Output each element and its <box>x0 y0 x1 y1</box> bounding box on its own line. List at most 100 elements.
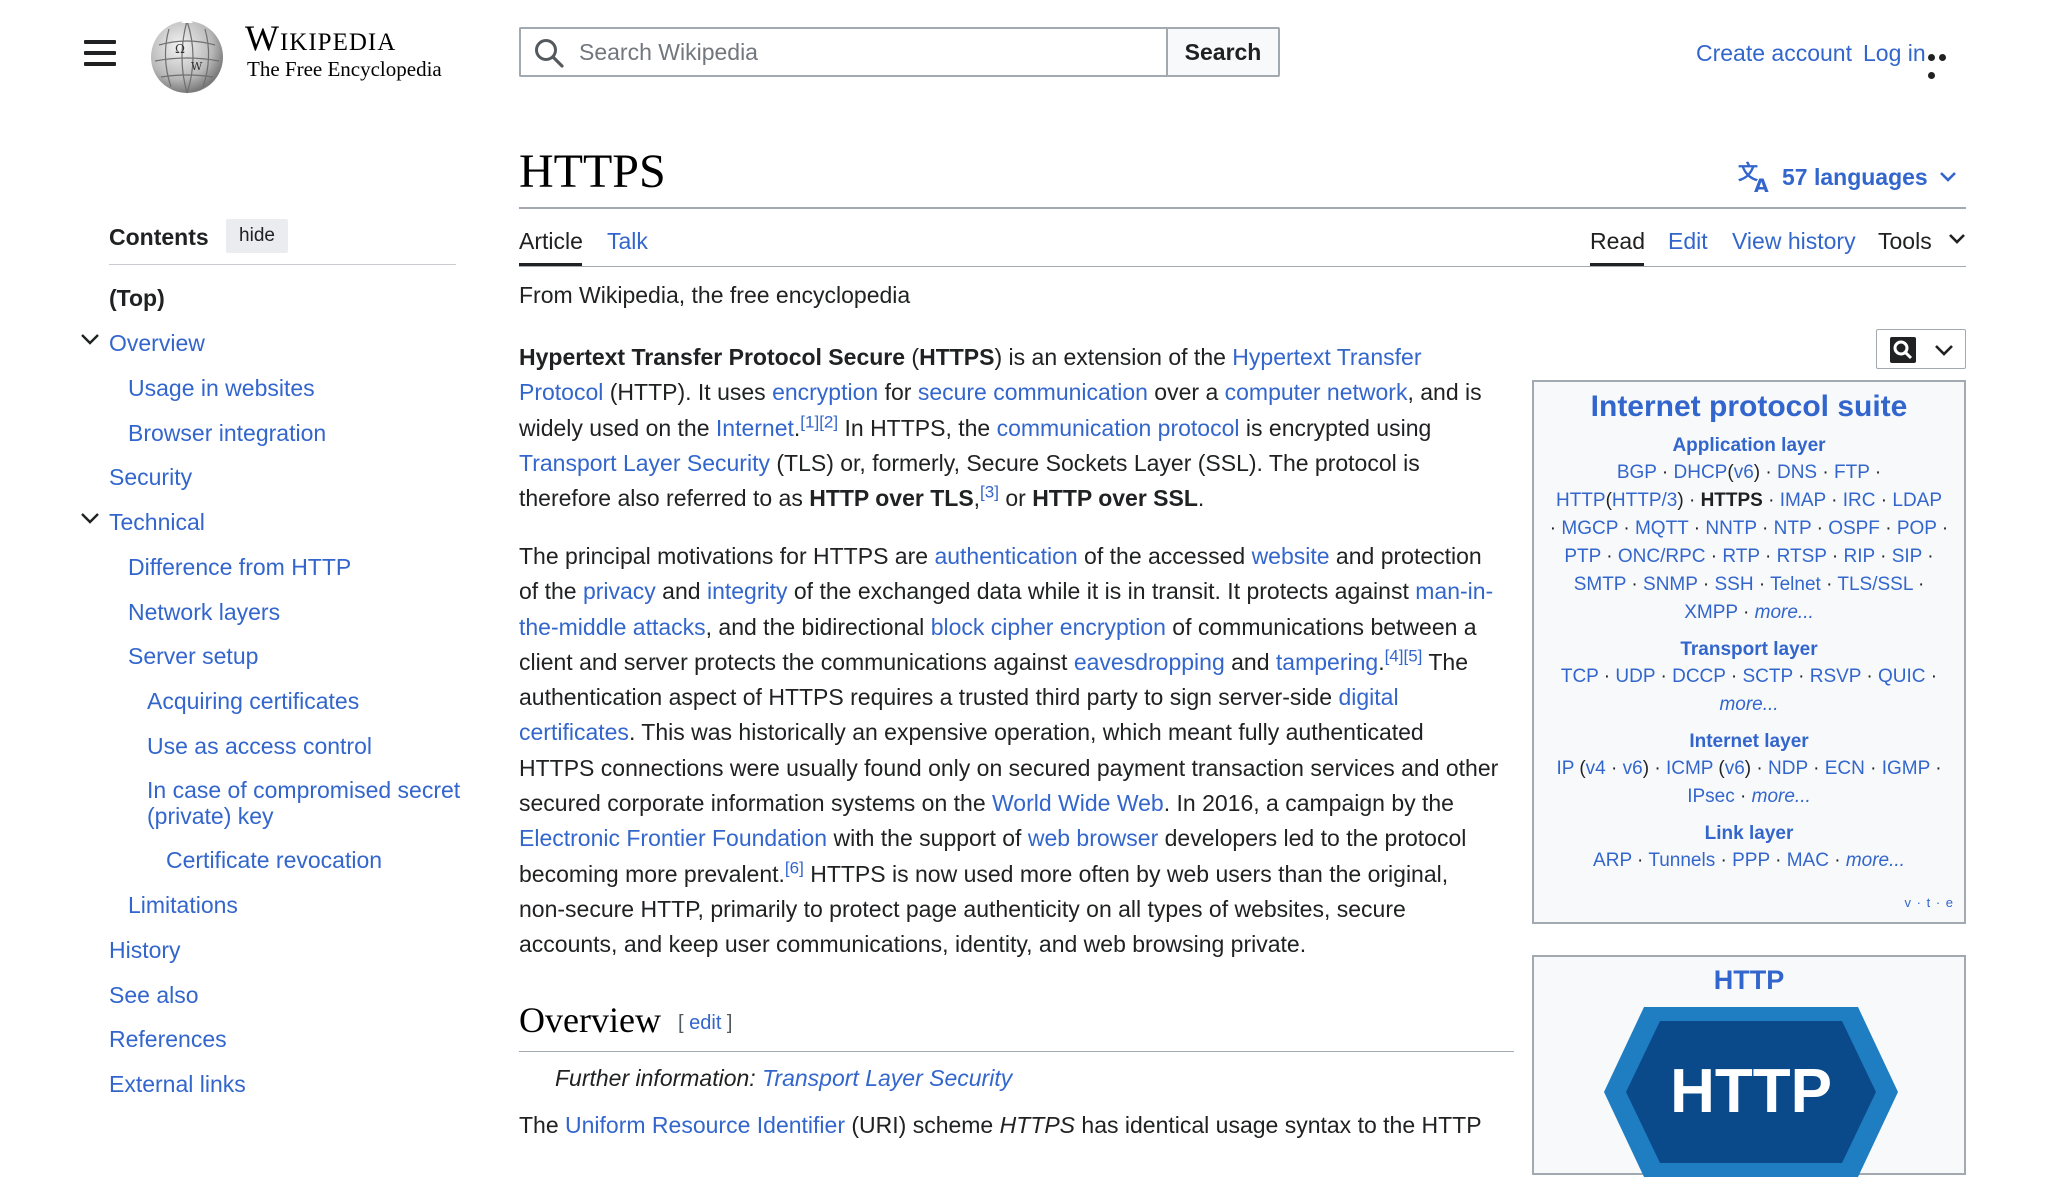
protocol-link[interactable]: v4 <box>1586 758 1606 779</box>
toc-item-overview[interactable]: Overview <box>109 329 205 357</box>
toc-item-see-also[interactable]: See also <box>109 981 199 1009</box>
more-link[interactable]: more... <box>1752 786 1811 807</box>
link-encryption[interactable]: encryption <box>772 379 878 405</box>
protocol-link[interactable]: IPsec <box>1687 786 1735 807</box>
toc-item-references[interactable]: References <box>109 1025 227 1053</box>
tab-article[interactable]: Article <box>519 228 583 255</box>
more-link[interactable]: more... <box>1719 694 1778 715</box>
protocol-link[interactable]: ECN <box>1825 758 1865 779</box>
toc-item-technical[interactable]: Technical <box>109 508 205 536</box>
link-world-wide-web[interactable]: World Wide Web <box>992 790 1164 816</box>
protocol-link[interactable]: RSVP <box>1810 666 1861 687</box>
toc-item-security[interactable]: Security <box>109 463 192 491</box>
toc-item-compromised-key-line2[interactable]: (private) key <box>147 802 274 830</box>
search-input[interactable] <box>577 28 1161 76</box>
appearance-toggle-button[interactable] <box>1876 329 1966 369</box>
toc-item-top[interactable]: (Top) <box>109 284 165 312</box>
protocol-link[interactable]: RIP <box>1844 546 1875 567</box>
more-link[interactable]: more... <box>1755 602 1814 623</box>
toc-item-history[interactable]: History <box>109 936 181 964</box>
protocol-link[interactable]: TCP <box>1561 666 1599 687</box>
protocol-link[interactable]: MGCP <box>1561 518 1618 539</box>
reference-link[interactable]: [3] <box>980 483 999 502</box>
tab-talk[interactable]: Talk <box>607 228 648 255</box>
link-transport-layer-security[interactable]: Transport Layer Security <box>519 450 770 476</box>
link-computer-network[interactable]: computer network <box>1225 379 1408 405</box>
protocol-link[interactable]: v6 <box>1725 758 1745 779</box>
protocol-link[interactable]: IRC <box>1843 490 1876 511</box>
infobox-http-title[interactable]: HTTP <box>1534 965 1964 996</box>
language-button[interactable]: 文 A 57 languages <box>1738 161 1958 193</box>
protocol-link[interactable]: FTP <box>1834 462 1870 483</box>
link-electronic-frontier-foundation[interactable]: Electronic Frontier Foundation <box>519 825 827 851</box>
link-integrity[interactable]: integrity <box>707 578 788 604</box>
tab-edit[interactable]: Edit <box>1668 228 1708 255</box>
wikipedia-wordmark[interactable]: Wikipedia The Free Encyclopedia <box>245 18 442 81</box>
infobox-heading-transport[interactable]: Transport layer <box>1534 637 1964 663</box>
search-button[interactable]: Search <box>1166 27 1280 77</box>
infobox-title[interactable]: Internet protocol suite <box>1534 387 1964 427</box>
toc-item-difference-from-http[interactable]: Difference from HTTP <box>128 553 351 581</box>
protocol-link[interactable]: SSH <box>1714 574 1753 595</box>
link-secure-communication[interactable]: secure communication <box>918 379 1148 405</box>
protocol-link[interactable]: MAC <box>1787 850 1829 871</box>
protocol-link[interactable]: v6 <box>1734 462 1754 483</box>
toc-item-usage-in-websites[interactable]: Usage in websites <box>128 374 315 402</box>
link-website[interactable]: website <box>1252 543 1330 569</box>
protocol-link[interactable]: RTSP <box>1777 546 1827 567</box>
protocol-link[interactable]: XMPP <box>1684 602 1738 623</box>
protocol-link[interactable]: Telnet <box>1770 574 1821 595</box>
protocol-link[interactable]: HTTP <box>1556 490 1606 511</box>
protocol-link[interactable]: BGP <box>1617 462 1657 483</box>
protocol-link[interactable]: ICMP <box>1666 758 1713 779</box>
protocol-link[interactable]: SCTP <box>1742 666 1792 687</box>
more-options-icon[interactable] <box>1928 48 1960 79</box>
more-link[interactable]: more... <box>1846 850 1905 871</box>
protocol-link[interactable]: OSPF <box>1828 518 1880 539</box>
protocol-link[interactable]: MQTT <box>1635 518 1688 539</box>
infobox-heading-link[interactable]: Link layer <box>1534 821 1964 847</box>
tab-view-history[interactable]: View history <box>1732 228 1856 255</box>
infobox-heading-application[interactable]: Application layer <box>1534 433 1964 459</box>
tab-tools[interactable]: Tools <box>1878 228 1932 255</box>
protocol-link[interactable]: PPP <box>1732 850 1770 871</box>
link-privacy[interactable]: privacy <box>583 578 656 604</box>
link-authentication[interactable]: authentication <box>934 543 1077 569</box>
protocol-link[interactable]: SMTP <box>1574 574 1626 595</box>
protocol-link[interactable]: POP <box>1897 518 1937 539</box>
protocol-link[interactable]: SNMP <box>1643 574 1698 595</box>
tab-read[interactable]: Read <box>1590 228 1645 255</box>
protocol-link[interactable]: IP <box>1556 758 1574 779</box>
protocol-link[interactable]: IGMP <box>1882 758 1930 779</box>
protocol-link[interactable]: UDP <box>1615 666 1655 687</box>
link-uniform-resource-identifier[interactable]: Uniform Resource Identifier <box>565 1112 845 1138</box>
link-tampering[interactable]: tampering <box>1276 649 1378 675</box>
link-transport-layer-security-hatnote[interactable]: Transport Layer Security <box>762 1065 1012 1091</box>
protocol-link[interactable]: HTTP/3 <box>1612 490 1677 511</box>
log-in-link[interactable]: Log in <box>1863 40 1926 67</box>
toc-item-certificate-revocation[interactable]: Certificate revocation <box>166 846 382 874</box>
link-block-cipher-encryption[interactable]: block cipher encryption <box>931 614 1166 640</box>
protocol-link[interactable]: NNTP <box>1705 518 1756 539</box>
navbox-vte-links[interactable]: v · t · e <box>1905 895 1954 910</box>
toc-item-browser-integration[interactable]: Browser integration <box>128 419 326 447</box>
section-edit-link[interactable]: edit <box>689 1012 721 1034</box>
protocol-link[interactable]: DNS <box>1777 462 1817 483</box>
reference-link[interactable]: [1] <box>800 412 819 431</box>
protocol-link[interactable]: ARP <box>1593 850 1632 871</box>
toc-item-acquiring-certificates[interactable]: Acquiring certificates <box>147 687 359 715</box>
protocol-link[interactable]: SIP <box>1892 546 1922 567</box>
protocol-link[interactable]: DCCP <box>1672 666 1726 687</box>
link-communication-protocol[interactable]: communication protocol <box>997 415 1240 441</box>
toc-item-network-layers[interactable]: Network layers <box>128 598 280 626</box>
reference-link[interactable]: [2] <box>819 412 838 431</box>
protocol-link[interactable]: v6 <box>1623 758 1643 779</box>
toc-item-use-as-access-control[interactable]: Use as access control <box>147 732 372 760</box>
toc-technical-chevron-down-icon[interactable] <box>80 512 100 524</box>
reference-link[interactable]: [4] <box>1385 646 1404 665</box>
protocol-link[interactable]: Tunnels <box>1648 850 1715 871</box>
toc-overview-chevron-down-icon[interactable] <box>80 333 100 345</box>
protocol-link[interactable]: NDP <box>1768 758 1808 779</box>
toc-item-external-links[interactable]: External links <box>109 1070 246 1098</box>
protocol-link[interactable]: IMAP <box>1780 490 1826 511</box>
